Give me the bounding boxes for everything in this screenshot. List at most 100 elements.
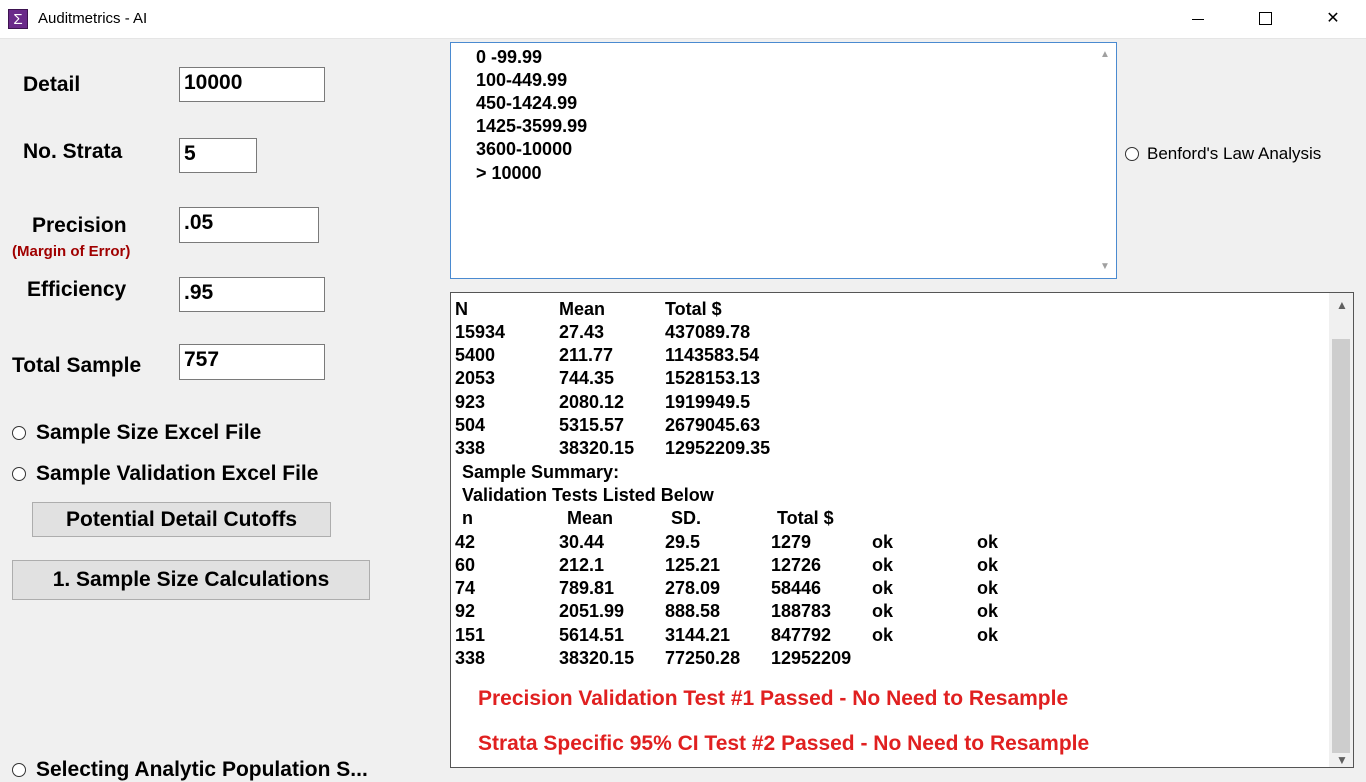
precision-sublabel: (Margin of Error) xyxy=(12,243,131,260)
status-cell: ok xyxy=(872,601,894,621)
radio-label: Sample Validation Excel File xyxy=(36,462,319,485)
minimize-button[interactable] xyxy=(1176,0,1222,38)
output-scrollbar[interactable]: ▲ ▼ xyxy=(1329,293,1353,767)
table-cell: 125.21 xyxy=(665,555,721,575)
table-cell: 38320.15 xyxy=(559,438,635,458)
table-cell: 74 xyxy=(455,578,476,598)
table-cell: 27.43 xyxy=(559,322,605,342)
range-line: 1425-3599.99 xyxy=(476,116,588,136)
total-sample-label: Total Sample xyxy=(12,354,142,377)
table-cell: 2080.12 xyxy=(559,392,625,412)
title-bar: Σ Auditmetrics - AI ✕ xyxy=(0,0,1366,39)
table-cell: 188783 xyxy=(771,601,832,621)
scroll-thumb[interactable] xyxy=(1332,339,1350,753)
scroll-down-icon[interactable]: ▼ xyxy=(1100,261,1110,272)
maximize-button[interactable] xyxy=(1243,0,1289,38)
precision-label: Precision xyxy=(32,214,127,237)
status-cell: ok xyxy=(872,532,894,552)
precision-input[interactable]: .05 xyxy=(179,207,319,243)
status-cell: ok xyxy=(977,555,999,575)
validation-title: Validation Tests Listed Below xyxy=(462,485,714,505)
status-cell: ok xyxy=(872,625,894,645)
ci-test-result: Strata Specific 95% CI Test #2 Passed - … xyxy=(478,732,1090,755)
table-cell: 888.58 xyxy=(665,601,721,621)
sample-size-excel-radio[interactable]: Sample Size Excel File xyxy=(12,421,261,445)
header-cell: Mean xyxy=(559,299,606,319)
table-cell: 151 xyxy=(455,625,486,645)
table-cell: 5614.51 xyxy=(559,625,625,645)
table-cell: 92 xyxy=(455,601,476,621)
table-cell: 3144.21 xyxy=(665,625,731,645)
table-cell: 211.77 xyxy=(559,345,614,365)
benford-radio[interactable]: Benford's Law Analysis xyxy=(1125,144,1321,164)
table-cell: 504 xyxy=(455,415,486,435)
header-cell: SD. xyxy=(671,508,702,528)
strata-ranges-textarea[interactable]: 0 -99.99 100-449.99 450-1424.99 1425-359… xyxy=(450,42,1117,279)
table-cell: 789.81 xyxy=(559,578,615,598)
header-cell: N xyxy=(455,299,468,319)
efficiency-input[interactable]: .95 xyxy=(179,277,325,312)
header-cell: n xyxy=(462,508,473,528)
table-cell: 212.1 xyxy=(559,555,605,575)
strata-input[interactable]: 5 xyxy=(179,138,257,173)
table-cell: 2051.99 xyxy=(559,601,625,621)
table-cell: 338 xyxy=(455,648,486,668)
results-output[interactable]: N Mean Total $ 15934 27.43 437089.78 540… xyxy=(450,292,1354,768)
close-button[interactable]: ✕ xyxy=(1310,0,1356,38)
radio-label: Selecting Analytic Population S... xyxy=(36,758,368,781)
table-cell: 2679045.63 xyxy=(665,415,761,435)
sample-size-calculations-button[interactable]: 1. Sample Size Calculations xyxy=(12,560,370,600)
maximize-icon xyxy=(1259,12,1272,25)
sample-summary-title: Sample Summary: xyxy=(462,462,620,482)
table-cell: 5400 xyxy=(455,345,496,365)
table-cell: 38320.15 xyxy=(559,648,635,668)
table-cell: 15934 xyxy=(455,322,506,342)
status-cell: ok xyxy=(977,578,999,598)
table-cell: 1279 xyxy=(771,532,812,552)
window-title: Auditmetrics - AI xyxy=(38,10,148,27)
table-cell: 77250.28 xyxy=(665,648,741,668)
precision-test-result: Precision Validation Test #1 Passed - No… xyxy=(478,687,1069,710)
range-line: 0 -99.99 xyxy=(476,47,543,67)
total-sample-input[interactable]: 757 xyxy=(179,344,325,380)
detail-input[interactable]: 10000 xyxy=(179,67,325,102)
status-cell: ok xyxy=(872,578,894,598)
sample-validation-excel-radio[interactable]: Sample Validation Excel File xyxy=(12,462,318,486)
efficiency-label: Efficiency xyxy=(27,278,127,301)
table-cell: 1528153.13 xyxy=(665,368,761,388)
radio-label: Sample Size Excel File xyxy=(36,421,262,444)
radio-circle-icon xyxy=(12,467,26,481)
table-cell: 12726 xyxy=(771,555,822,575)
status-cell: ok xyxy=(977,625,999,645)
table-cell: 2053 xyxy=(455,368,496,388)
table-cell: 42 xyxy=(455,532,476,552)
app-sigma-icon[interactable]: Σ xyxy=(8,9,28,29)
strata-label: No. Strata xyxy=(23,140,123,163)
header-cell: Total $ xyxy=(777,508,834,528)
table-cell: 1919949.5 xyxy=(665,392,751,412)
status-cell: ok xyxy=(872,555,894,575)
status-cell: ok xyxy=(977,532,999,552)
table-cell: 60 xyxy=(455,555,476,575)
potential-detail-cutoffs-button[interactable]: Potential Detail Cutoffs xyxy=(32,502,331,537)
minimize-icon xyxy=(1192,19,1204,20)
table-cell: 338 xyxy=(455,438,486,458)
textarea-scrollbar[interactable]: ▲ ▼ xyxy=(1096,45,1114,277)
header-cell: Total $ xyxy=(665,299,722,319)
table-cell: 744.35 xyxy=(559,368,615,388)
radio-circle-icon xyxy=(1125,147,1139,161)
range-line: 450-1424.99 xyxy=(476,93,578,113)
radio-label: Benford's Law Analysis xyxy=(1147,144,1322,163)
scroll-up-icon[interactable]: ▲ xyxy=(1100,49,1110,60)
range-line: > 10000 xyxy=(476,163,542,183)
table-cell: 847792 xyxy=(771,625,832,645)
table-cell: 923 xyxy=(455,392,486,412)
table-cell: 12952209 xyxy=(771,648,852,668)
scroll-up-icon[interactable]: ▲ xyxy=(1336,298,1348,312)
partial-radio[interactable]: Selecting Analytic Population S... xyxy=(12,758,368,782)
table-cell: 278.09 xyxy=(665,578,721,598)
scroll-down-icon[interactable]: ▼ xyxy=(1336,753,1348,767)
table-cell: 29.5 xyxy=(665,532,701,552)
table-cell: 5315.57 xyxy=(559,415,625,435)
range-line: 100-449.99 xyxy=(476,70,568,90)
